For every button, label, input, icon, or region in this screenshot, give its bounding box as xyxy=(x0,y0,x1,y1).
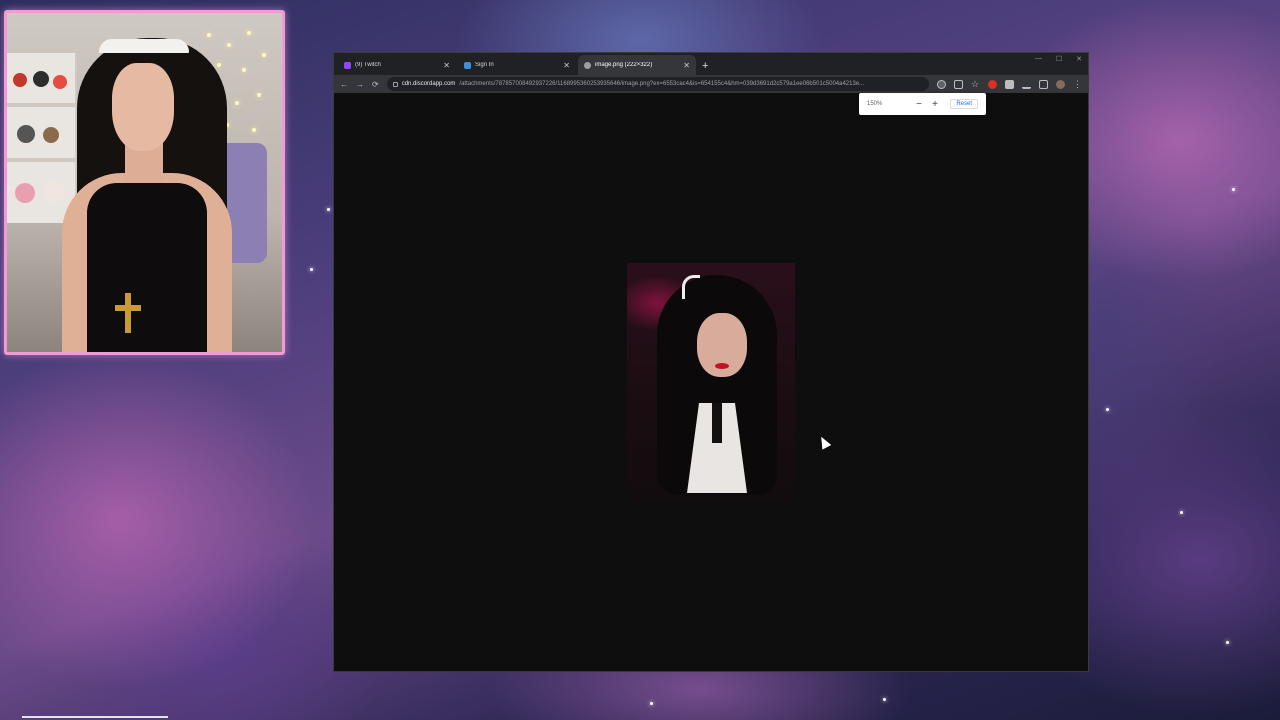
lock-icon xyxy=(392,81,398,87)
window-controls: — ☐ ✕ xyxy=(1035,55,1082,63)
profile-avatar[interactable] xyxy=(1056,79,1065,89)
streamer-dress xyxy=(87,183,207,352)
minimize-button[interactable]: — xyxy=(1035,55,1042,63)
cross-necklace-icon-bar xyxy=(115,305,141,311)
url-path: /attachments/787857008492937226/11689953… xyxy=(459,81,865,87)
star xyxy=(327,208,330,211)
extensions-icon[interactable] xyxy=(1005,79,1014,89)
menu-icon[interactable]: ⋮ xyxy=(1073,79,1082,89)
share-icon[interactable] xyxy=(954,79,963,89)
nun-veil xyxy=(99,39,189,53)
zoom-icon[interactable] xyxy=(937,79,946,89)
cross-necklace-icon xyxy=(125,293,131,333)
stream-bar xyxy=(22,716,168,718)
maximize-button[interactable]: ☐ xyxy=(1056,55,1062,63)
image-viewer xyxy=(334,93,1088,671)
star xyxy=(1180,511,1183,514)
zoom-reset-button[interactable]: Reset xyxy=(950,99,978,109)
tab-title: Sign In xyxy=(475,62,494,68)
close-tab-icon[interactable]: ✕ xyxy=(683,61,690,70)
download-icon[interactable] xyxy=(1022,80,1031,89)
background-shelf xyxy=(7,53,77,223)
tab-twitch[interactable]: (9) Twitch ✕ xyxy=(338,55,456,75)
bookmark-star-icon[interactable]: ☆ xyxy=(971,79,980,89)
steam-favicon-icon xyxy=(464,61,471,69)
star xyxy=(883,698,886,701)
sidebar-icon[interactable] xyxy=(1039,79,1048,89)
star xyxy=(1106,408,1109,411)
star xyxy=(1226,641,1229,644)
tab-sign-in[interactable]: Sign In ✕ xyxy=(458,55,576,75)
back-button[interactable]: ← xyxy=(340,80,348,89)
address-bar[interactable]: cdn.discordapp.com/attachments/787857008… xyxy=(386,77,929,91)
toolbar-icons: ☆ ⋮ xyxy=(937,79,1082,89)
globe-favicon-icon xyxy=(584,61,591,69)
url-host: cdn.discordapp.com xyxy=(401,81,456,87)
zoom-in-button[interactable]: + xyxy=(927,99,943,110)
star xyxy=(310,268,313,271)
tab-image[interactable]: image.png (222×322) ✕ xyxy=(578,55,696,75)
browser-toolbar: ← → ⟳ cdn.discordapp.com/attachments/787… xyxy=(334,75,1088,93)
webcam-overlay xyxy=(4,10,285,355)
streamer-face xyxy=(112,63,174,151)
star xyxy=(1232,188,1235,191)
tab-bar: (9) Twitch ✕ Sign In ✕ image.png (222×32… xyxy=(334,53,1088,75)
zoom-level: 150% xyxy=(867,101,883,107)
adblock-icon[interactable] xyxy=(988,79,997,89)
browser-window: (9) Twitch ✕ Sign In ✕ image.png (222×32… xyxy=(333,52,1089,672)
twitch-favicon-icon xyxy=(344,61,351,69)
tab-title: image.png (222×322) xyxy=(595,62,653,68)
displayed-image[interactable] xyxy=(627,263,795,503)
close-window-button[interactable]: ✕ xyxy=(1076,55,1082,63)
star xyxy=(650,702,653,705)
tab-title: (9) Twitch xyxy=(355,62,381,68)
zoom-popup: 150% − + Reset xyxy=(859,93,986,115)
forward-button[interactable]: → xyxy=(356,80,364,89)
new-tab-button[interactable]: + xyxy=(702,60,708,72)
zoom-out-button[interactable]: − xyxy=(911,99,927,110)
close-tab-icon[interactable]: ✕ xyxy=(563,61,570,70)
reload-button[interactable]: ⟳ xyxy=(372,80,379,89)
close-tab-icon[interactable]: ✕ xyxy=(443,61,450,70)
